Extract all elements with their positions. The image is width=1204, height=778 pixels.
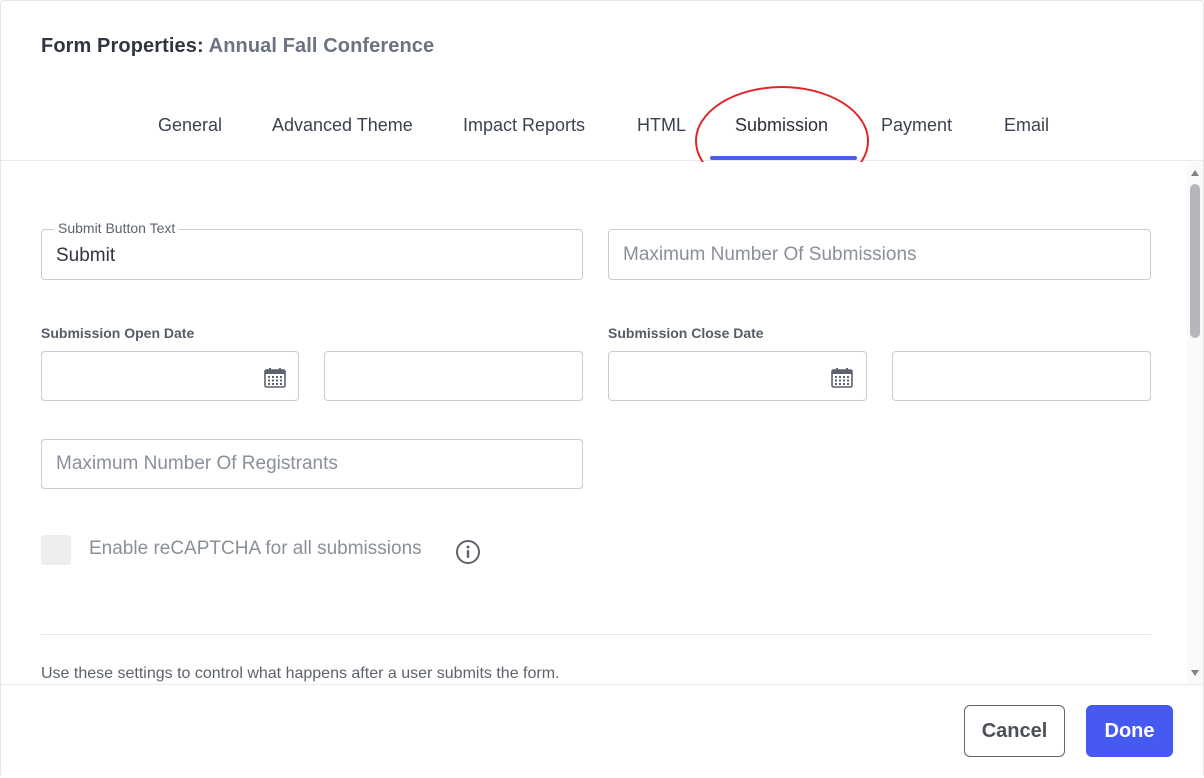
open-date-input[interactable] [42, 352, 298, 400]
done-button[interactable]: Done [1086, 705, 1173, 757]
tab-general[interactable]: General [158, 115, 222, 136]
submission-open-date-label: Submission Open Date [41, 325, 195, 341]
recaptcha-label: Enable reCAPTCHA for all submissions [89, 538, 422, 559]
max-submissions-input[interactable] [609, 230, 1150, 279]
close-time-field [892, 351, 1151, 401]
submit-button-text-field: Submit Button Text [41, 220, 583, 280]
scroll-thumb[interactable] [1190, 184, 1200, 338]
open-time-input[interactable] [325, 352, 582, 400]
tab-advanced-theme[interactable]: Advanced Theme [272, 115, 413, 136]
cancel-button[interactable]: Cancel [964, 705, 1065, 757]
submit-button-text-label: Submit Button Text [54, 220, 180, 236]
close-date-input[interactable] [609, 352, 866, 400]
scroll-down-arrow-icon[interactable] [1191, 670, 1199, 676]
close-time-input[interactable] [893, 352, 1150, 400]
calendar-icon[interactable] [831, 368, 853, 388]
scroll-up-arrow-icon[interactable] [1191, 170, 1199, 176]
tab-bar: General Advanced Theme Impact Reports HT… [1, 101, 1203, 161]
submission-close-date-label: Submission Close Date [608, 325, 764, 341]
section-divider [41, 634, 1151, 635]
open-date-field [41, 351, 299, 401]
tab-email[interactable]: Email [1004, 115, 1049, 136]
recaptcha-checkbox[interactable] [41, 535, 71, 565]
submission-settings-panel: Submit Button Text Submission Open Date … [1, 162, 1187, 684]
content-scrollbar[interactable] [1187, 162, 1203, 684]
max-registrants-input[interactable] [42, 440, 582, 488]
tab-payment[interactable]: Payment [881, 115, 952, 136]
max-registrants-field [41, 439, 583, 489]
dialog-footer: Cancel Done [1, 684, 1203, 778]
post-submission-help-text: Use these settings to control what happe… [41, 665, 560, 682]
dialog-title: Form Properties: Annual Fall Conference [41, 35, 434, 58]
form-properties-dialog: Form Properties: Annual Fall Conference … [0, 0, 1204, 778]
tab-submission[interactable]: Submission [735, 115, 828, 136]
active-tab-indicator [710, 156, 857, 160]
info-icon[interactable] [455, 539, 481, 565]
submit-button-text-input[interactable] [42, 230, 582, 279]
calendar-icon[interactable] [264, 368, 286, 388]
close-date-field [608, 351, 867, 401]
max-submissions-field [608, 229, 1151, 280]
tab-impact-reports[interactable]: Impact Reports [463, 115, 585, 136]
dialog-title-prefix: Form Properties: [41, 35, 204, 57]
open-time-field [324, 351, 583, 401]
dialog-title-form-name: Annual Fall Conference [208, 35, 435, 57]
tab-html[interactable]: HTML [637, 115, 686, 136]
